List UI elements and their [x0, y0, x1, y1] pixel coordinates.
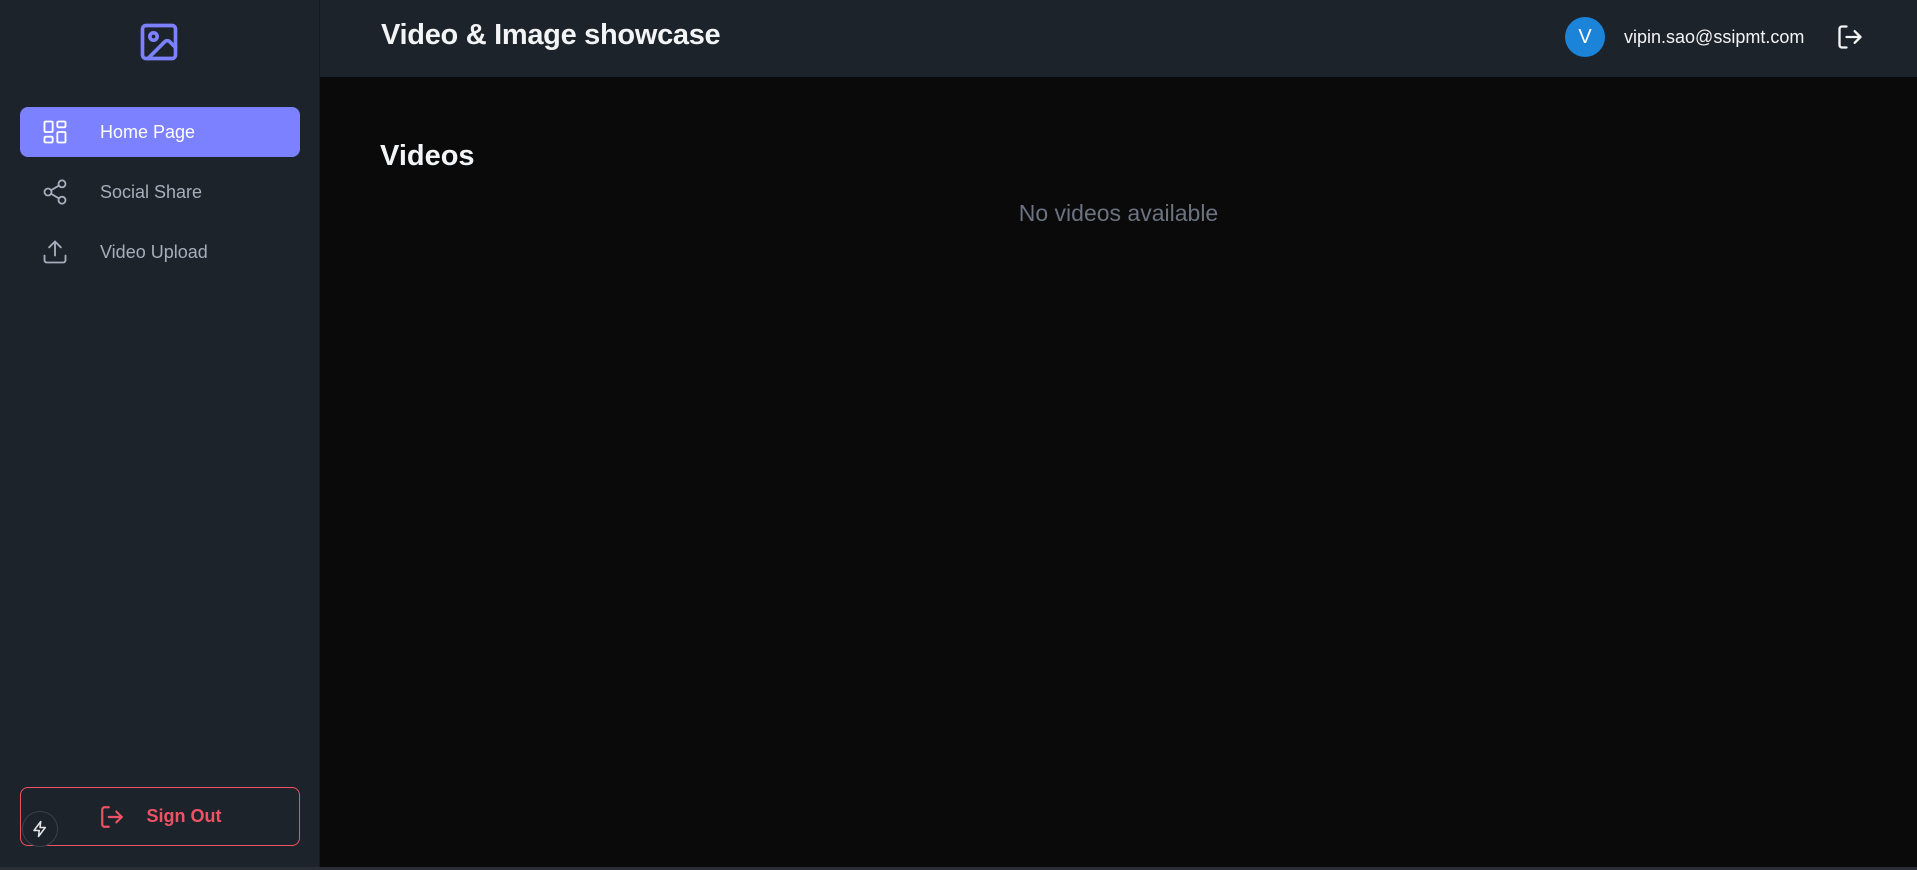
logout-icon[interactable]: [1834, 21, 1866, 53]
sidebar-item-label: Social Share: [100, 181, 203, 202]
top-header: Video & Image showcase V vipin.sao@ssipm…: [320, 0, 1917, 77]
sidebar-item-home-page[interactable]: Home Page: [20, 107, 300, 157]
sidebar-item-social-share[interactable]: Social Share: [20, 167, 300, 217]
empty-state-message: No videos available: [1018, 200, 1219, 226]
main-content: Videos No videos available: [320, 77, 1917, 867]
upload-icon: [40, 237, 70, 267]
avatar[interactable]: V: [1565, 17, 1605, 57]
bolt-icon[interactable]: [22, 811, 58, 847]
dashboard-icon: [40, 117, 70, 147]
share-icon: [40, 177, 70, 207]
sign-out-button[interactable]: Sign Out: [20, 787, 300, 846]
page-title: Video & Image showcase: [381, 19, 721, 51]
app-root: Home Page Social Share Video Upload Sign…: [0, 0, 1917, 870]
sign-out-label: Sign Out: [146, 806, 222, 826]
sidebar-item-label: Home Page: [100, 121, 196, 142]
sidebar-item-video-upload[interactable]: Video Upload: [20, 227, 300, 277]
sidebar-item-label: Video Upload: [100, 241, 208, 262]
sidebar: Home Page Social Share Video Upload Sign…: [0, 0, 320, 870]
image-icon[interactable]: [136, 19, 182, 65]
section-title: Videos: [380, 140, 475, 172]
user-email: vipin.sao@ssipmt.com: [1624, 27, 1805, 47]
logout-icon: [99, 803, 127, 831]
sidebar-nav: Home Page Social Share Video Upload: [20, 107, 300, 287]
